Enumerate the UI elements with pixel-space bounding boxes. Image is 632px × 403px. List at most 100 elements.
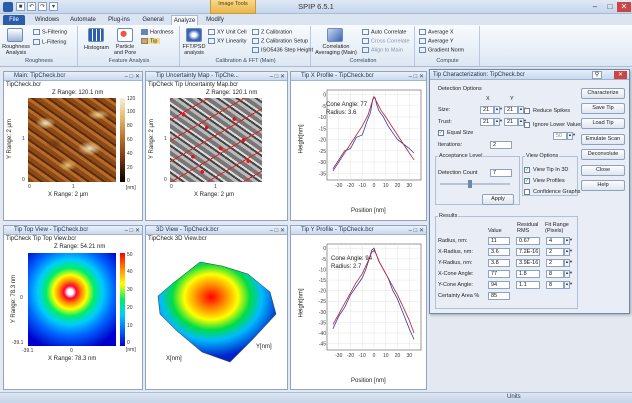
size-x-spinner[interactable]: ▲▼	[494, 106, 503, 114]
3d-surface[interactable]	[152, 244, 284, 384]
maximize-icon[interactable]: □	[603, 2, 617, 12]
trust-y-input[interactable]: 21	[504, 118, 518, 126]
result-value[interactable]: 3.6	[488, 248, 510, 256]
fit-spinner[interactable]: ▲▼	[564, 248, 573, 256]
l-filtering-button[interactable]: L-Filtering	[33, 39, 66, 45]
auto-correlate-button[interactable]: Auto Correlate	[362, 29, 406, 35]
window-title[interactable]: Main: TipCheck.bcr	[4, 72, 142, 81]
ignore-value-spinner[interactable]: ▲▼	[567, 132, 576, 140]
window-title[interactable]: Tip X Profile - TipCheck.bcr	[291, 72, 426, 81]
y-profile-window[interactable]: Tip Y Profile - TipCheck.bcr – □ ✕ -30 -2…	[290, 225, 427, 390]
reduce-spikes-checkbox[interactable]	[524, 108, 530, 114]
view-profiles-checkbox[interactable]: ✓	[524, 178, 530, 184]
result-fit[interactable]: 2	[546, 259, 564, 267]
average-y-button[interactable]: Average Y	[419, 38, 453, 44]
save-tip-button[interactable]: Save Tip	[581, 103, 625, 114]
confidence-checkbox[interactable]	[524, 189, 530, 195]
result-rms[interactable]: 3.9E-16	[516, 259, 540, 267]
window-controls[interactable]: – □ ✕	[125, 73, 140, 80]
window-title[interactable]: Tip Y Profile - TipCheck.bcr	[291, 226, 426, 235]
tab-windows[interactable]: Windows	[32, 15, 62, 25]
roughness-analysis-button[interactable]: Roughness Analysis	[2, 44, 30, 56]
characterize-button[interactable]: Characterize	[581, 88, 625, 99]
window-title[interactable]: Tip Uncertainty Map - TipChe...	[146, 72, 287, 81]
ignore-value-input[interactable]: 50	[553, 132, 567, 140]
histogram-button[interactable]: Histogram	[84, 45, 109, 51]
ignore-lower-checkbox[interactable]	[524, 122, 530, 128]
pin-icon[interactable]: ⚲	[592, 71, 602, 79]
tab-analyze[interactable]: Analyze	[171, 15, 198, 25]
equal-size-checkbox[interactable]: ✓	[438, 130, 444, 136]
align-to-main-button[interactable]: Align to Main	[362, 47, 403, 53]
result-rms[interactable]: 0.67	[516, 237, 540, 245]
fit-spinner[interactable]: ▲▼	[564, 259, 573, 267]
iterations-input[interactable]: 2	[490, 141, 512, 149]
z-calibration-setup-button[interactable]: Z Calibration Setup	[252, 38, 308, 44]
fit-spinner[interactable]: ▲▼	[564, 237, 573, 245]
result-value[interactable]: 94	[488, 281, 510, 289]
minimize-icon[interactable]: –	[588, 2, 602, 12]
close-button[interactable]: Close	[581, 165, 625, 176]
s-filtering-button[interactable]: S-Filtering	[33, 29, 67, 35]
tab-file[interactable]: File	[3, 15, 25, 25]
gradient-norm-button[interactable]: Gradient Norm	[419, 47, 464, 53]
main-window[interactable]: Main: TipCheck.bcr – □ ✕ TipCheck.bcr Z …	[3, 71, 143, 221]
fft-psd-button[interactable]: FFT/PSD analysis	[181, 44, 207, 56]
3d-view-window[interactable]: 3D View - TipCheck.bcr – □ ✕ TipCheck 3D…	[145, 225, 288, 390]
result-fit[interactable]: 4	[546, 237, 564, 245]
tab-plugins[interactable]: Plug-ins	[104, 15, 134, 25]
tip-characterization-dialog[interactable]: Tip Characterization: TipCheck.bcr ⚲ ✕ D…	[429, 69, 630, 314]
help-button[interactable]: Help	[581, 180, 625, 191]
xy-linearity-button[interactable]: XY Linearity	[208, 38, 247, 44]
xy-unit-cell-button[interactable]: XY Unit Cell	[208, 29, 247, 35]
result-fit[interactable]: 8	[546, 270, 564, 278]
iso5436-button[interactable]: ISO5436 Step Height	[252, 47, 313, 53]
tab-modify[interactable]: Modify	[201, 15, 229, 25]
tab-automate[interactable]: Automate	[67, 15, 99, 25]
particle-pore-button[interactable]: Particle and Pore	[112, 44, 138, 56]
window-controls[interactable]: – □ ✕	[125, 227, 140, 234]
average-x-button[interactable]: Average X	[419, 29, 454, 35]
acceptance-slider-thumb[interactable]	[468, 180, 472, 188]
result-rms[interactable]: 7.2E-16	[516, 248, 540, 256]
topography-image[interactable]	[28, 98, 116, 182]
emulate-scan-button[interactable]: Emulate Scan	[581, 134, 625, 145]
dialog-close-icon[interactable]: ✕	[614, 71, 627, 79]
result-value[interactable]: 11	[488, 237, 510, 245]
window-controls[interactable]: – □ ✕	[409, 73, 424, 80]
view-tip-3d-checkbox[interactable]: ✓	[524, 167, 530, 173]
result-value[interactable]: 77	[488, 270, 510, 278]
result-fit[interactable]: 8	[546, 281, 564, 289]
correlation-averaging-button[interactable]: Correlation Averaging (Main)	[313, 44, 359, 56]
result-rms[interactable]: 1.1	[516, 281, 540, 289]
apply-button[interactable]: Apply	[482, 194, 514, 205]
window-title[interactable]: 3D View - TipCheck.bcr	[146, 226, 287, 235]
result-value[interactable]: 85	[488, 292, 510, 300]
top-view-window[interactable]: Tip Top View - TipCheck.bcr – □ ✕ TipChe…	[3, 225, 143, 390]
close-icon[interactable]: ✕	[617, 2, 631, 12]
acceptance-slider-track[interactable]	[440, 183, 510, 185]
size-y-input[interactable]: 21	[504, 106, 518, 114]
fit-spinner[interactable]: ▲▼	[564, 270, 573, 278]
window-controls[interactable]: – □ ✕	[270, 227, 285, 234]
trust-x-input[interactable]: 21	[480, 118, 494, 126]
trust-x-spinner[interactable]: ▲▼	[494, 118, 503, 126]
uncertainty-window[interactable]: Tip Uncertainty Map - TipChe... – □ ✕ Ti…	[145, 71, 288, 221]
tip-button[interactable]: Tip	[141, 38, 161, 45]
fit-spinner[interactable]: ▲▼	[564, 281, 573, 289]
cross-correlate-button[interactable]: Cross Correlate	[362, 38, 410, 44]
result-rms[interactable]: 1.8	[516, 270, 540, 278]
uncertainty-image[interactable]	[170, 98, 262, 182]
window-controls[interactable]: – □ ✕	[409, 227, 424, 234]
tip-top-view-image[interactable]	[28, 253, 116, 346]
x-profile-window[interactable]: Tip X Profile - TipCheck.bcr – □ ✕ -30 -2…	[290, 71, 427, 221]
tab-general[interactable]: General	[139, 15, 167, 25]
hardness-button[interactable]: Hardness	[141, 29, 174, 35]
window-controls[interactable]: – □ ✕	[270, 73, 285, 80]
deconvolute-button[interactable]: Deconvolute	[581, 149, 625, 160]
z-calibration-button[interactable]: Z Calibration	[252, 29, 292, 35]
size-x-input[interactable]: 21	[480, 106, 494, 114]
load-tip-button[interactable]: Load Tip	[581, 118, 625, 129]
window-title[interactable]: Tip Top View - TipCheck.bcr	[4, 226, 142, 235]
result-fit[interactable]: 2	[546, 248, 564, 256]
